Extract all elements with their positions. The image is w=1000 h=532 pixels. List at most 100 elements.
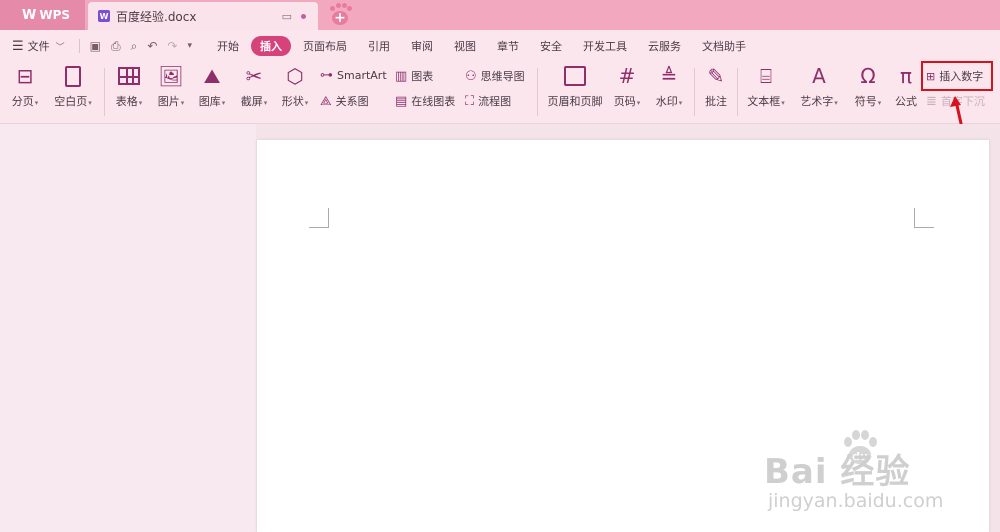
tab-view[interactable]: 视图 <box>445 36 485 56</box>
drop-cap-icon: ≣ <box>926 93 937 109</box>
blank-page-button[interactable]: 空白页▾ <box>50 64 96 109</box>
flowchart-button[interactable]: ⛶ 流程图 <box>465 93 511 109</box>
gallery-label: 图库 <box>198 95 221 108</box>
tab-references[interactable]: 引用 <box>359 36 399 56</box>
picture-button[interactable]: 🖼 图片▾ <box>154 64 188 109</box>
chevron-down-icon: ﹀ <box>55 42 65 53</box>
chart-label: 图表 <box>411 70 434 83</box>
unsaved-dot-icon <box>301 14 306 19</box>
file-menu[interactable]: ☰ 文件 ﹀ <box>12 38 65 54</box>
pi-icon: π <box>899 64 913 88</box>
page-number-icon: # <box>618 64 636 88</box>
customize-toolbar-icon[interactable]: ▾ <box>187 41 192 51</box>
page-number-label: 页码 <box>613 95 636 108</box>
ribbon-tabs: 开始 插入 页面布局 引用 审阅 视图 章节 安全 开发工具 云服务 文档助手 <box>208 36 758 56</box>
shape-label: 形状 <box>281 95 304 108</box>
wps-logo-icon: W <box>22 7 37 23</box>
chart-button[interactable]: ▥ 图表 <box>395 68 433 84</box>
word-doc-icon: W <box>98 10 110 22</box>
save-icon[interactable]: ▣ <box>90 39 101 53</box>
page-number-button[interactable]: # 页码▾ <box>610 64 644 109</box>
header-footer-icon <box>564 66 586 86</box>
textbox-icon: ⌸ <box>760 64 772 88</box>
blank-page-label: 空白页 <box>54 95 88 108</box>
tab-section[interactable]: 章节 <box>488 36 528 56</box>
flowchart-label: 流程图 <box>478 95 512 108</box>
menu-row: ☰ 文件 ﹀ ▣ ⎙ ⌕ ↶ ↷ ▾ 开始 插入 页面布局 引用 审阅 视图 章… <box>0 34 1000 58</box>
insert-number-highlight <box>921 61 993 91</box>
comment-button[interactable]: ✎ 批注 <box>700 64 732 109</box>
screenshot-button[interactable]: ✂ 截屏▾ <box>237 64 271 109</box>
redo-icon[interactable]: ↷ <box>167 39 177 53</box>
tab-page-layout[interactable]: 页面布局 <box>294 36 356 56</box>
watermark-label: 水印 <box>655 95 678 108</box>
online-chart-icon: ▤ <box>395 93 408 109</box>
wordart-icon: A <box>812 64 826 88</box>
margin-corner-top-left <box>309 208 329 228</box>
tab-cloud-services[interactable]: 云服务 <box>639 36 690 56</box>
relation-chart-button[interactable]: ⟁ 关系图 <box>320 93 369 109</box>
relation-chart-icon: ⟁ <box>320 93 332 109</box>
watermark-brand: Bai 经验 <box>764 452 911 492</box>
new-tab-button[interactable]: + <box>326 2 354 28</box>
picture-label: 图片 <box>157 95 180 108</box>
page-break-label: 分页 <box>11 95 34 108</box>
screenshot-scissors-icon: ✂ <box>245 64 263 88</box>
screenshot-label: 截屏 <box>240 95 263 108</box>
wordart-button[interactable]: A 艺术字▾ <box>797 64 841 109</box>
tab-home[interactable]: 开始 <box>208 36 248 56</box>
print-preview-icon[interactable]: ⌕ <box>131 39 138 54</box>
mindmap-label: 思维导图 <box>480 70 525 83</box>
textbox-label: 文本框 <box>747 95 781 108</box>
online-chart-button[interactable]: ▤ 在线图表 <box>395 93 455 109</box>
watermark-button[interactable]: ≜ 水印▾ <box>652 64 686 109</box>
ribbon: ☰ 文件 ﹀ ▣ ⎙ ⌕ ↶ ↷ ▾ 开始 插入 页面布局 引用 审阅 视图 章… <box>0 30 1000 124</box>
watermark-url: jingyan.baidu.com <box>768 490 944 512</box>
tab-security[interactable]: 安全 <box>531 36 571 56</box>
mindmap-button[interactable]: ⚇ 思维导图 <box>465 68 525 84</box>
comment-label: 批注 <box>705 95 727 108</box>
table-label: 表格 <box>115 95 138 108</box>
header-footer-button[interactable]: 页眉和页脚 <box>546 64 604 109</box>
picture-icon: 🖼 <box>158 64 184 88</box>
smartart-button[interactable]: ⊶ SmartArt <box>320 68 387 83</box>
smartart-icon: ⊶ <box>320 68 333 83</box>
shape-button[interactable]: ⬡ 形状▾ <box>278 64 312 109</box>
gallery-icon: ⛰ <box>203 64 221 88</box>
table-button[interactable]: 表格▾ <box>112 64 146 109</box>
document-tab-label: 百度经验.docx <box>116 9 197 24</box>
tab-insert[interactable]: 插入 <box>251 36 292 56</box>
watermark-icon: ≜ <box>660 64 678 88</box>
online-chart-label: 在线图表 <box>411 95 456 108</box>
wordart-label: 艺术字 <box>800 95 834 108</box>
quick-access-toolbar: ▣ ⎙ ⌕ ↶ ↷ ▾ <box>78 39 192 54</box>
hamburger-icon: ☰ <box>12 38 24 54</box>
shape-icon: ⬡ <box>286 64 304 88</box>
omega-icon: Ω <box>860 64 876 88</box>
wps-tab-label: WPS <box>39 8 71 22</box>
document-tab[interactable]: W 百度经验.docx ▭ <box>88 2 318 30</box>
symbol-button[interactable]: Ω 符号▾ <box>851 64 885 109</box>
tab-developer[interactable]: 开发工具 <box>574 36 636 56</box>
tab-review[interactable]: 审阅 <box>402 36 442 56</box>
page-break-button[interactable]: ⊟ 分页▾ <box>8 64 42 109</box>
header-footer-label: 页眉和页脚 <box>547 95 603 108</box>
gallery-button[interactable]: ⛰ 图库▾ <box>195 64 229 109</box>
monitor-icon[interactable]: ▭ <box>282 10 292 23</box>
navigation-pane <box>0 124 256 532</box>
tab-doc-assistant[interactable]: 文档助手 <box>693 36 755 56</box>
insert-toolbar: ⊟ 分页▾ 空白页▾ 表格▾ 🖼 图片▾ ⛰ 图库▾ ✂ 截屏▾ ⬡ 形状▾ ⊶… <box>0 62 1000 118</box>
paw-plus-icon: + <box>328 3 352 27</box>
relation-chart-label: 关系图 <box>335 95 369 108</box>
formula-button[interactable]: π 公式 <box>892 64 920 109</box>
file-menu-label: 文件 <box>27 40 50 53</box>
smartart-label: SmartArt <box>337 69 387 82</box>
undo-icon[interactable]: ↶ <box>147 39 157 53</box>
page-break-icon: ⊟ <box>16 64 34 88</box>
flowchart-icon: ⛶ <box>465 93 475 109</box>
symbol-label: 符号 <box>854 95 877 108</box>
title-bar: W WPS W 百度经验.docx ▭ + <box>0 0 1000 30</box>
textbox-button[interactable]: ⌸ 文本框▾ <box>744 64 788 109</box>
wps-home-tab[interactable]: W WPS <box>0 0 85 30</box>
print-icon[interactable]: ⎙ <box>111 39 121 54</box>
